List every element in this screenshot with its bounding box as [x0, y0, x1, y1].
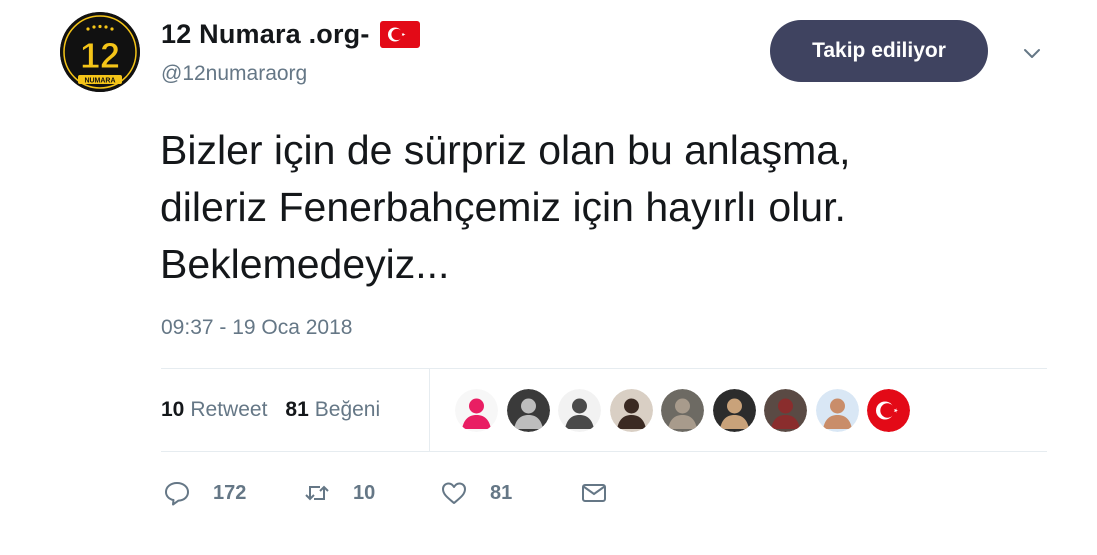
like-stat[interactable]: 81 Beğeni [285, 398, 380, 422]
reply-action[interactable]: 172 [163, 479, 303, 507]
divider-bottom [161, 451, 1047, 452]
reply-icon[interactable] [163, 479, 191, 507]
liker-avatar[interactable] [764, 388, 807, 432]
tweet-stats: 10 Retweet 81 Beğeni [161, 393, 380, 427]
avatar-photo-icon [661, 388, 704, 432]
avatar-photo-icon [764, 388, 807, 432]
avatar-photo-icon [506, 388, 550, 432]
liker-avatars [455, 388, 919, 432]
team-logo-icon: 12 NUMARA [60, 12, 140, 92]
avatar-photo-icon [558, 388, 601, 432]
envelope-icon[interactable] [580, 479, 608, 507]
chevron-down-icon[interactable] [1020, 42, 1044, 66]
like-count: 81 [490, 481, 513, 504]
tweet-timestamp[interactable]: 09:37 - 19 Oca 2018 [161, 316, 352, 340]
stats-divider [429, 369, 430, 451]
liker-avatar[interactable] [506, 388, 550, 432]
retweet-action[interactable]: 10 [303, 479, 440, 507]
avatar-photo-icon [609, 388, 653, 432]
liker-avatar[interactable] [455, 388, 498, 432]
retweet-stat-label: Retweet [190, 398, 268, 421]
direct-message-action[interactable] [580, 479, 608, 507]
like-stat-label: Beğeni [314, 398, 381, 421]
profile-avatar[interactable]: 12 NUMARA [60, 12, 140, 92]
heart-icon[interactable] [440, 479, 468, 507]
retweet-stat-count: 10 [161, 398, 185, 421]
liker-avatar[interactable] [558, 388, 601, 432]
display-name[interactable]: 12 Numara .org- [161, 19, 370, 50]
turkey-flag-icon [379, 20, 420, 48]
reply-count: 172 [213, 481, 247, 504]
retweet-stat[interactable]: 10 Retweet [161, 398, 267, 422]
liker-avatar[interactable] [609, 388, 653, 432]
avatar-photo-icon [815, 388, 859, 432]
retweet-icon[interactable] [303, 479, 331, 507]
avatar-logo-text: 12 [80, 35, 120, 76]
liker-avatar[interactable] [712, 388, 756, 432]
like-action[interactable]: 81 [440, 479, 580, 507]
turkey-flag-avatar-icon [867, 388, 910, 432]
liker-avatar[interactable] [661, 388, 704, 432]
avatar-photo-icon [455, 388, 498, 432]
avatar-photo-icon [712, 388, 756, 432]
following-button[interactable]: Takip ediliyor [770, 20, 988, 82]
tweet-actions: 172 10 81 [163, 476, 608, 510]
like-stat-count: 81 [285, 398, 309, 421]
divider-top [161, 368, 1047, 369]
retweet-count: 10 [353, 481, 376, 504]
author-name-row[interactable]: 12 Numara .org- [161, 16, 420, 52]
author-handle[interactable]: @12numaraorg [161, 62, 307, 86]
liker-avatar[interactable] [815, 388, 859, 432]
tweet-text: Bizler için de sürpriz olan bu anlaşma, … [160, 127, 851, 287]
liker-avatar[interactable] [867, 388, 910, 432]
avatar-logo-caption: NUMARA [84, 78, 115, 85]
